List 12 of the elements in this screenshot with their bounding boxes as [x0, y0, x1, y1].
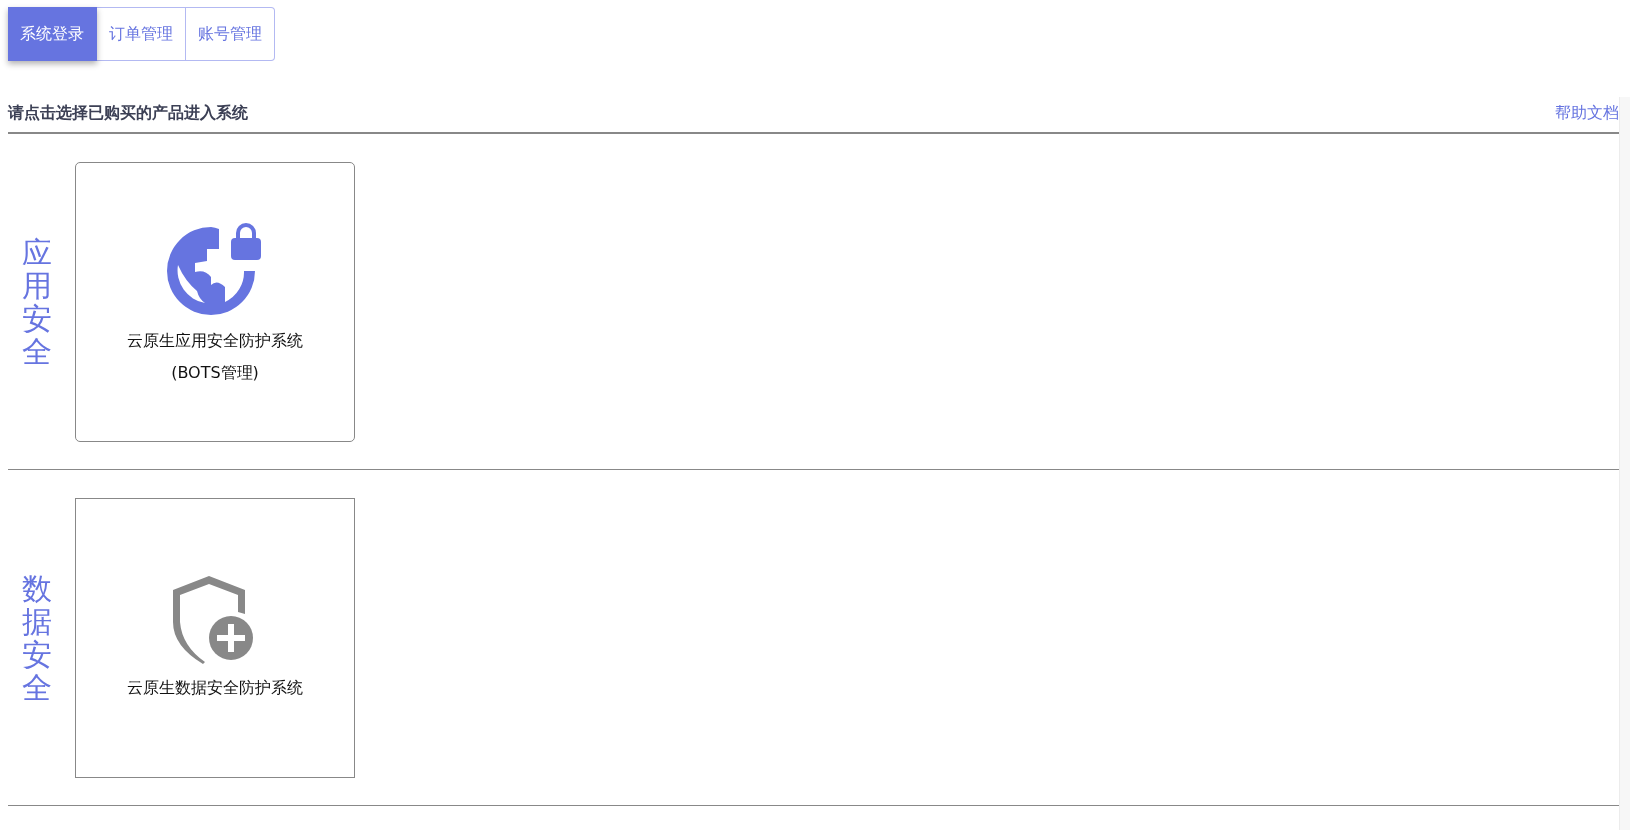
- help-link[interactable]: 帮助文档: [1555, 103, 1619, 124]
- category-label: 应用安全: [22, 236, 52, 368]
- category-label: 数据安全: [22, 572, 52, 704]
- product-name: 云原生应用安全防护系统: [127, 330, 303, 352]
- tab[interactable]: 账号管理: [186, 7, 275, 61]
- product-name: 云原生数据安全防护系统: [127, 677, 303, 699]
- product-card[interactable]: 云原生数据安全防护系统: [75, 498, 355, 778]
- product-name: (BOTS管理): [171, 362, 259, 384]
- product-card[interactable]: 云原生应用安全防护系统 (BOTS管理): [75, 162, 355, 442]
- instruction-text: 请点击选择已购买的产品进入系统: [8, 103, 248, 124]
- tab[interactable]: 订单管理: [97, 7, 186, 61]
- tab[interactable]: 系统登录: [8, 7, 97, 61]
